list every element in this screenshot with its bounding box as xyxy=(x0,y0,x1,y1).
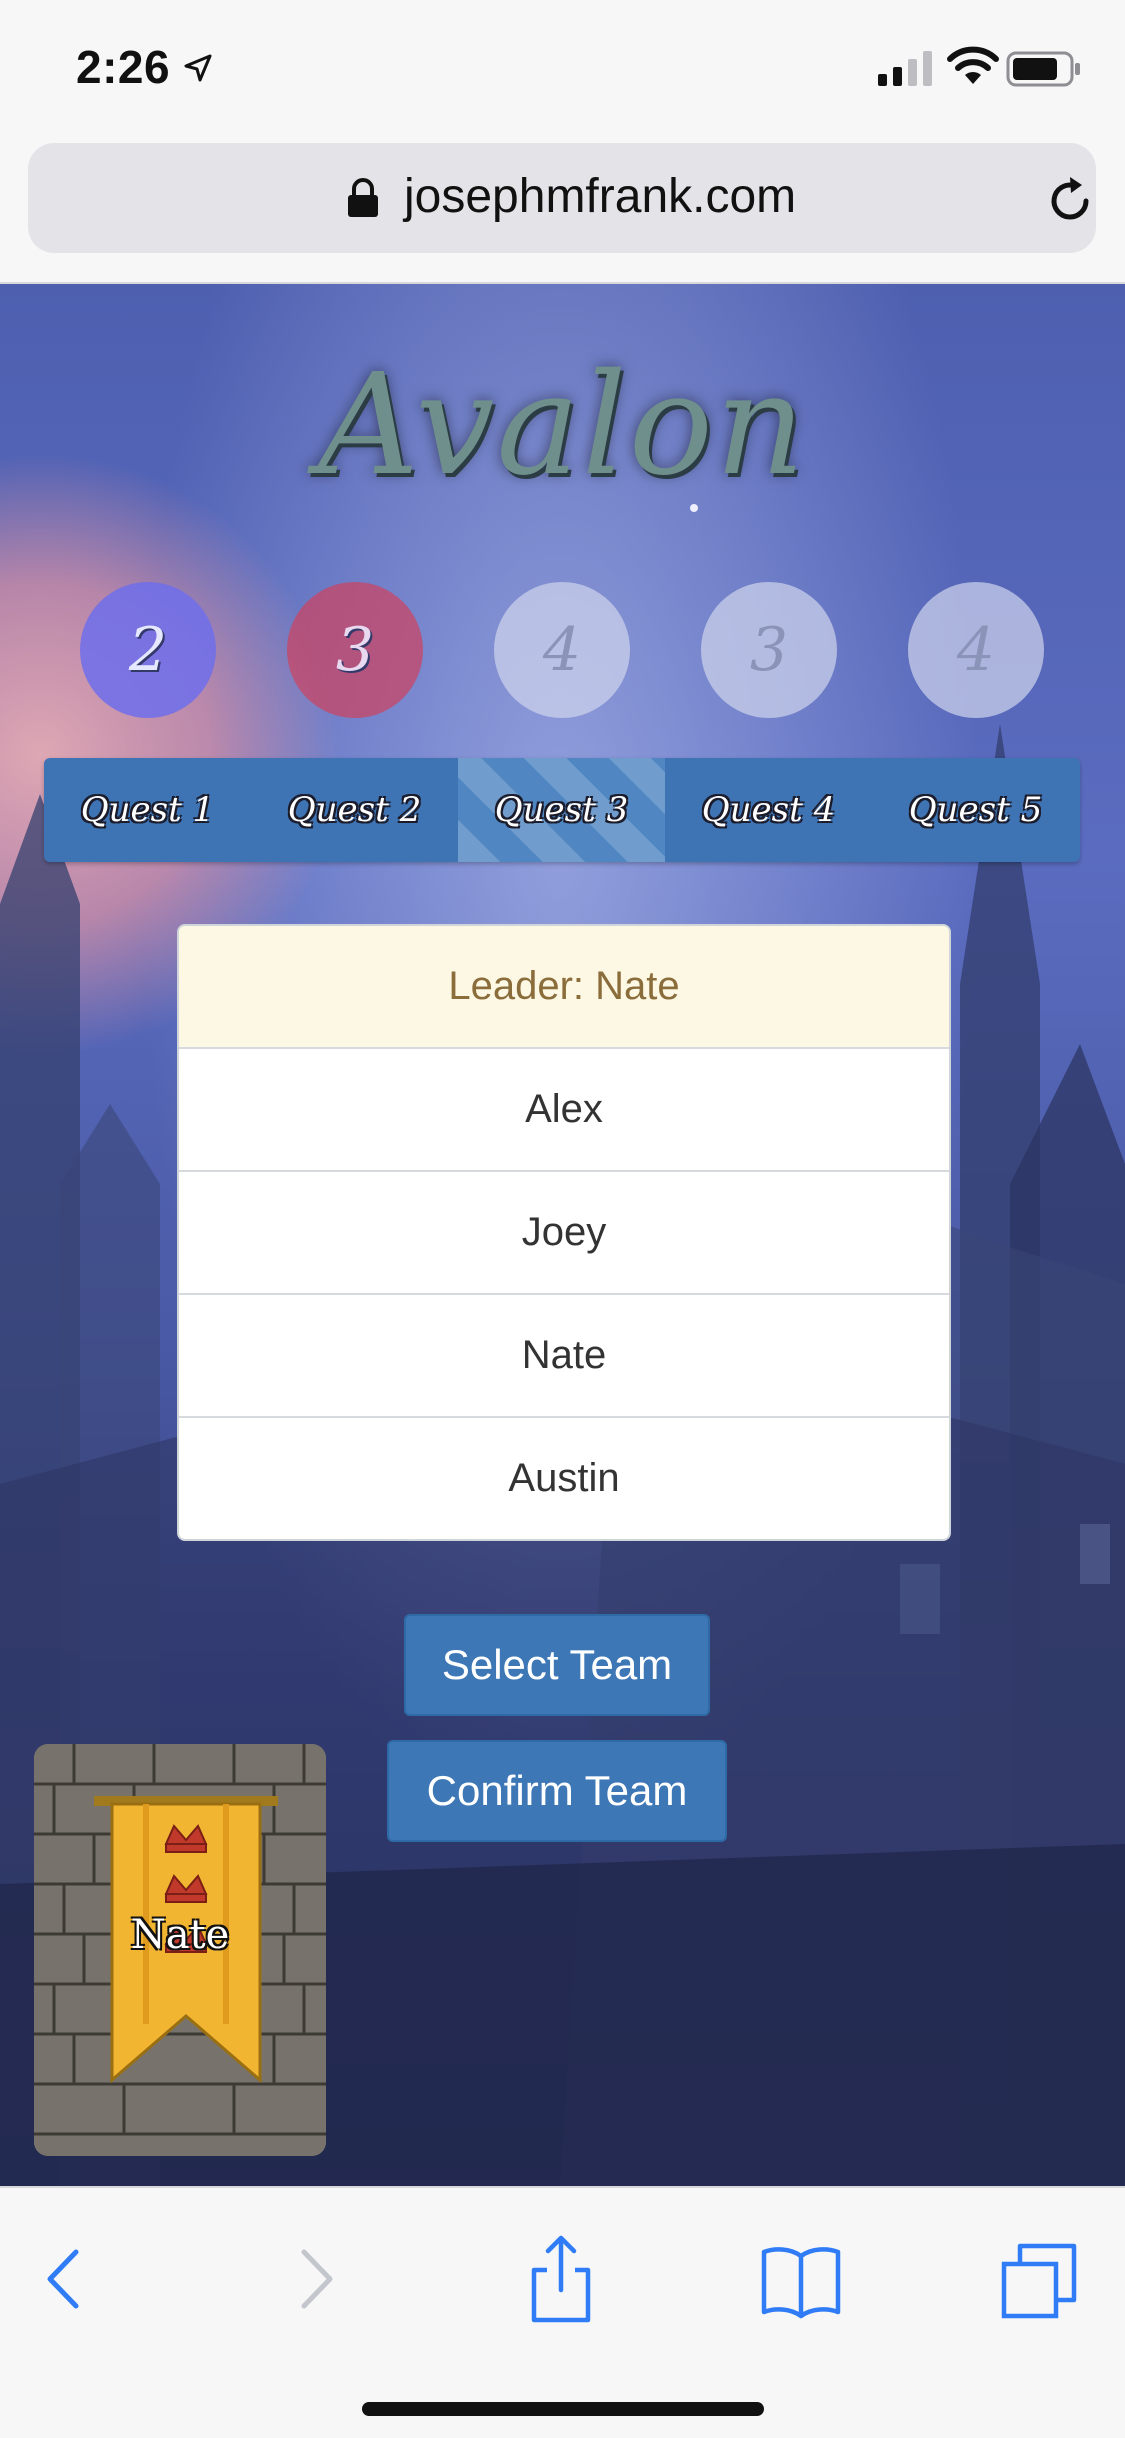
quest-progress-bar: Quest 1 Quest 2 Quest 3 Quest 4 Quest 5 xyxy=(44,758,1080,862)
browser-toolbar xyxy=(0,2186,1125,2438)
select-team-button[interactable]: Select Team xyxy=(404,1614,710,1716)
leader-card-name: Nate xyxy=(130,1912,230,1958)
quest-5-size: 4 xyxy=(908,582,1044,718)
url-text: josephmfrank.com xyxy=(404,170,797,223)
player-item[interactable]: Alex xyxy=(179,1047,949,1170)
forward-icon[interactable] xyxy=(270,2234,360,2324)
battery-icon xyxy=(1006,51,1080,87)
tab-quest-4[interactable]: Quest 4 xyxy=(665,758,872,862)
address-bar[interactable]: josephmfrank.com xyxy=(28,143,1096,253)
player-item[interactable]: Nate xyxy=(179,1293,949,1416)
avalon-logo: Avalon xyxy=(317,344,808,507)
quest-2-size: 3 xyxy=(287,582,423,718)
browser-address-area: josephmfrank.com xyxy=(0,140,1125,284)
tabs-icon[interactable] xyxy=(994,2234,1084,2324)
tab-quest-1[interactable]: Quest 1 xyxy=(44,758,251,862)
player-item[interactable]: Joey xyxy=(179,1170,949,1293)
status-time: 2:26 xyxy=(76,41,171,93)
cellular-signal-icon xyxy=(878,51,932,86)
lock-icon xyxy=(348,178,378,217)
leader-card: Nate xyxy=(34,1744,326,2156)
tab-quest-3[interactable]: Quest 3 xyxy=(458,758,665,862)
player-list: Leader: Nate Alex Joey Nate Austin xyxy=(177,924,951,1541)
share-icon[interactable] xyxy=(516,2234,606,2324)
quest-3-size: 4 xyxy=(494,582,630,718)
location-arrow-icon xyxy=(184,54,212,82)
quest-4-size: 3 xyxy=(701,582,837,718)
leader-row: Leader: Nate xyxy=(179,926,949,1047)
home-indicator xyxy=(362,2402,764,2416)
player-item[interactable]: Austin xyxy=(179,1416,949,1539)
status-bar: 2:26 xyxy=(0,0,1125,140)
tab-quest-5[interactable]: Quest 5 xyxy=(872,758,1079,862)
confirm-team-button[interactable]: Confirm Team xyxy=(387,1740,727,1842)
wifi-icon xyxy=(947,46,999,84)
quest-1-size: 2 xyxy=(80,582,216,718)
reload-icon[interactable] xyxy=(1044,175,1096,227)
game-page: Avalon 2 3 4 3 4 Quest 1 Quest 2 Quest 3… xyxy=(0,284,1125,2186)
bookmarks-icon[interactable] xyxy=(756,2234,846,2324)
tab-quest-2[interactable]: Quest 2 xyxy=(251,758,458,862)
back-icon[interactable] xyxy=(20,2234,110,2324)
